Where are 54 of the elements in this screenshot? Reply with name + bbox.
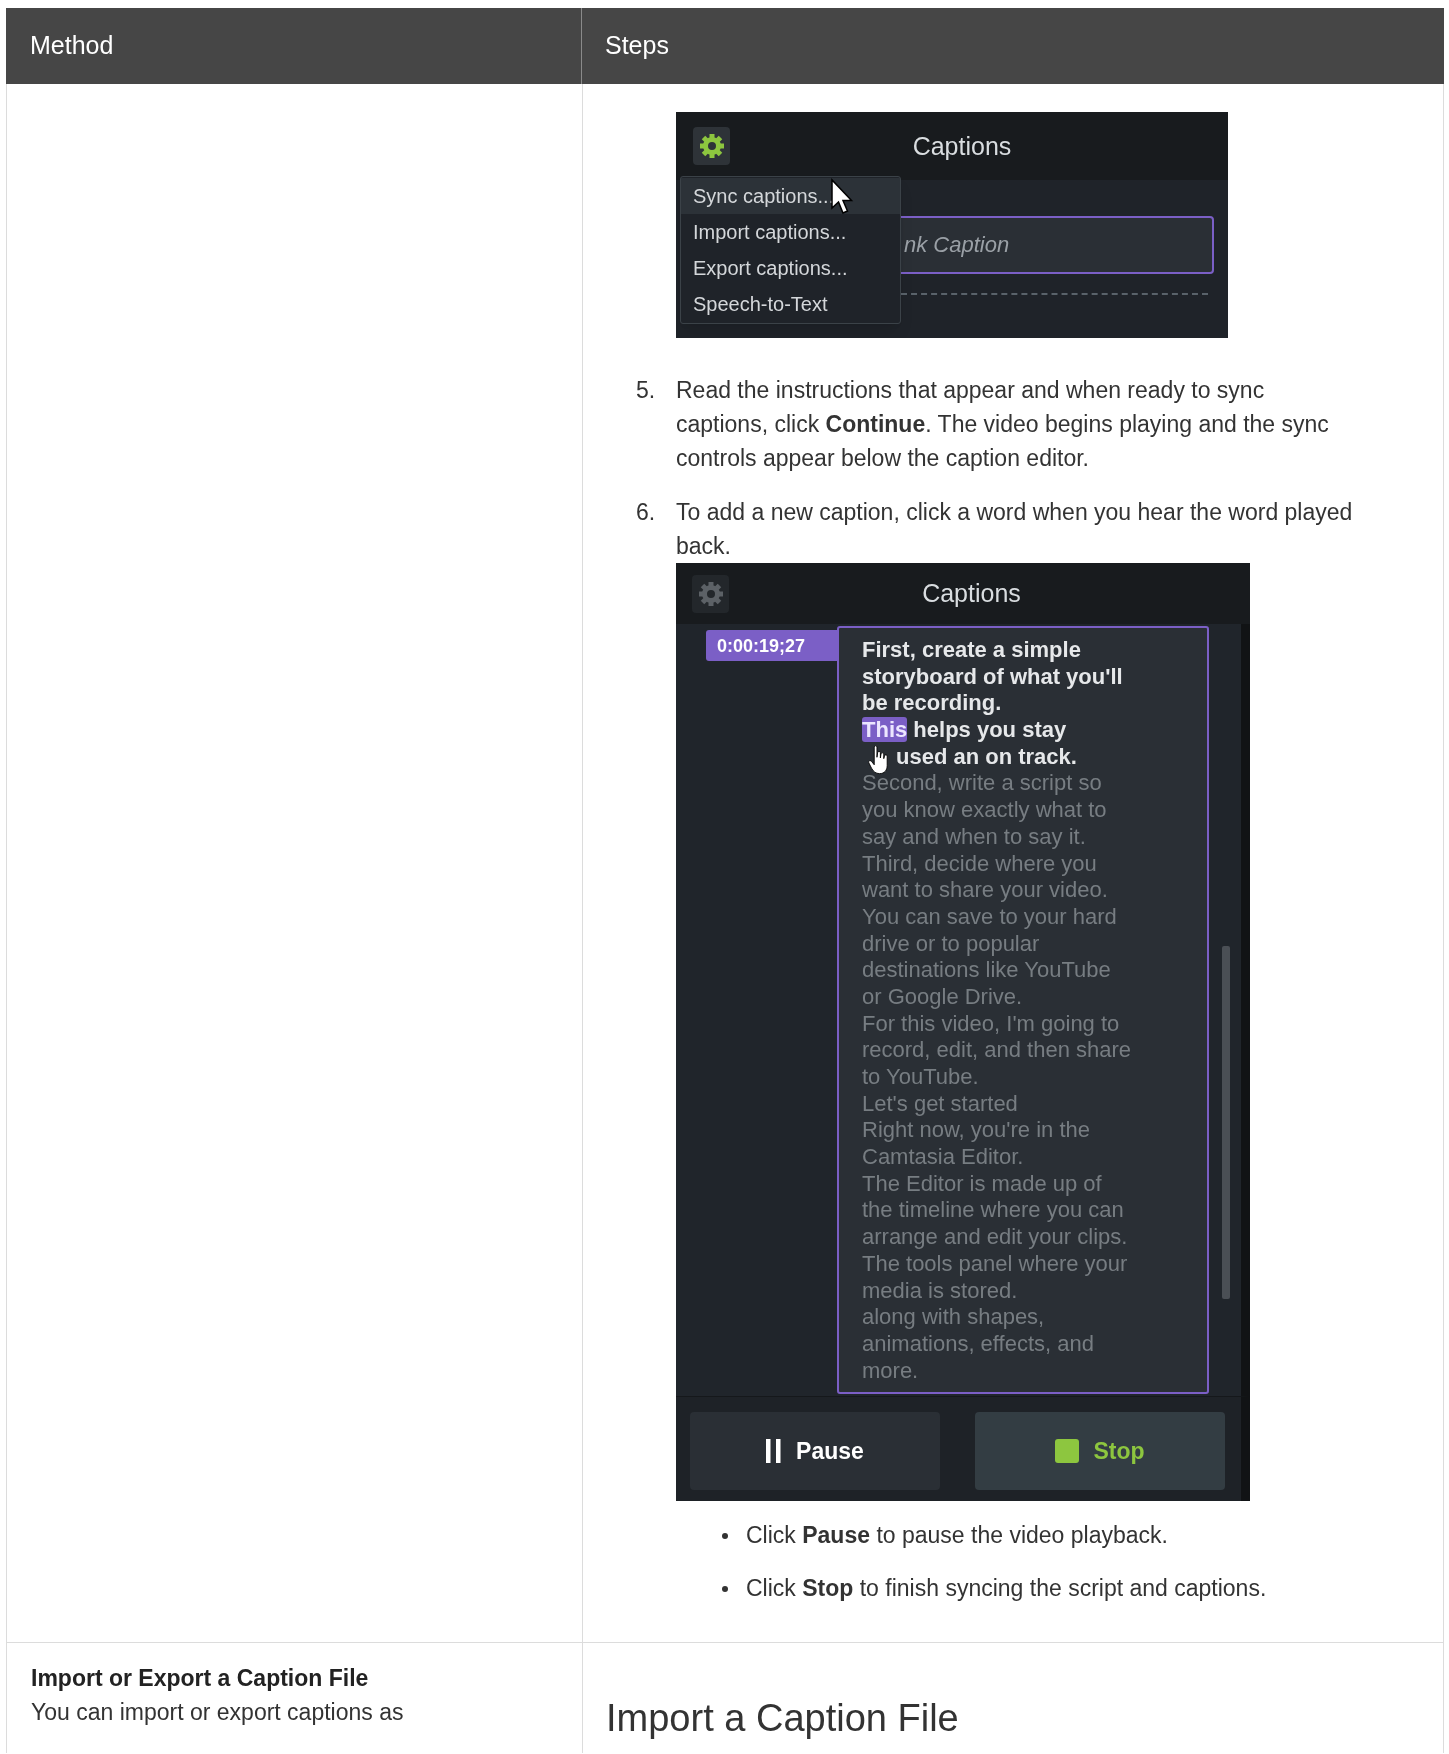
step-number: 5. [636, 376, 657, 405]
step-text: To add a new caption, click a word when you hear the word played back. [676, 498, 1354, 561]
hand-cursor-icon [868, 745, 890, 775]
caption-line: drive or to popular [862, 930, 1041, 958]
section-heading: Import a Caption File [606, 1696, 960, 1741]
caption-line: along with shapes, [862, 1304, 1046, 1331]
caption-line: helps you stay [912, 717, 1067, 743]
bullet-icon [722, 1586, 728, 1592]
column-header: Steps [605, 30, 669, 62]
caption-line: Right now, you're in the [862, 1117, 1091, 1145]
cursor-icon [830, 178, 854, 216]
caption-line: destinations like YouTube [862, 957, 1112, 984]
step-number: 6. [636, 498, 657, 527]
highlighted-word[interactable]: This [862, 717, 908, 743]
bullet-icon [722, 1533, 728, 1539]
caption-line: For this video, I'm going to [862, 1010, 1121, 1038]
timestamp-badge: 0:00:19;27 [706, 630, 837, 661]
menu-item[interactable]: Sync captions... [681, 178, 900, 214]
caption-line: Second, write a script so [862, 770, 1103, 798]
scrollbar-thumb[interactable] [1222, 946, 1230, 1299]
caption-line: record, edit, and then share [862, 1037, 1133, 1064]
caption-line: The Editor is made up of [862, 1170, 1103, 1198]
menu-item[interactable]: Speech-to-Text [681, 286, 900, 322]
column-header: Method [30, 30, 114, 62]
caption-line: storyboard of what you'll [862, 663, 1124, 691]
bullet-text: Click Stop to finish syncing the script and captions. [746, 1574, 1267, 1603]
caption-line: be recording. [862, 690, 1003, 718]
caption-line: you know exactly what to [862, 797, 1108, 824]
caption-line: or Google Drive. [862, 983, 1024, 1011]
caption-line: animations, effects, and [862, 1330, 1095, 1358]
caption-line: Camtasia Editor. [862, 1144, 1025, 1171]
stop-button[interactable]: Stop [975, 1412, 1225, 1490]
panel-title: Captions [922, 579, 1021, 607]
caption-line: media is stored. [862, 1277, 1019, 1305]
caption-line: say and when to say it. [862, 823, 1087, 851]
caption-line: First, create a simple [862, 637, 1082, 664]
caption-line: Third, decide where you [862, 850, 1098, 878]
pause-button[interactable]: Pause [690, 1412, 940, 1490]
caption-line: want to share your video. [862, 877, 1109, 904]
step-text: Read the instructions that appear and when ready to sync captions, click Continue. The video begins playing and the sync controls appear below the caption editor. [676, 376, 1330, 473]
method-text: You can import or export captions as [31, 1698, 405, 1727]
pause-icon [766, 1439, 783, 1463]
method-title: Import or Export a Caption File [31, 1664, 370, 1693]
caption-line: the timeline where you can [862, 1197, 1125, 1225]
stop-icon [1055, 1439, 1080, 1463]
caption-line: You can save to your hard [862, 903, 1118, 931]
caption-line: used an on track. [896, 743, 1078, 771]
panel-title: Captions [912, 131, 1012, 160]
caption-line: to YouTube. [862, 1064, 980, 1091]
caption-line: The tools panel where your [862, 1250, 1129, 1278]
bullet-text: Click Pause to pause the video playback. [746, 1521, 1168, 1550]
caption-line: Let's get started [862, 1090, 1019, 1118]
caption-line: arrange and edit your clips. [862, 1224, 1129, 1251]
caption-line: more. [862, 1357, 920, 1385]
